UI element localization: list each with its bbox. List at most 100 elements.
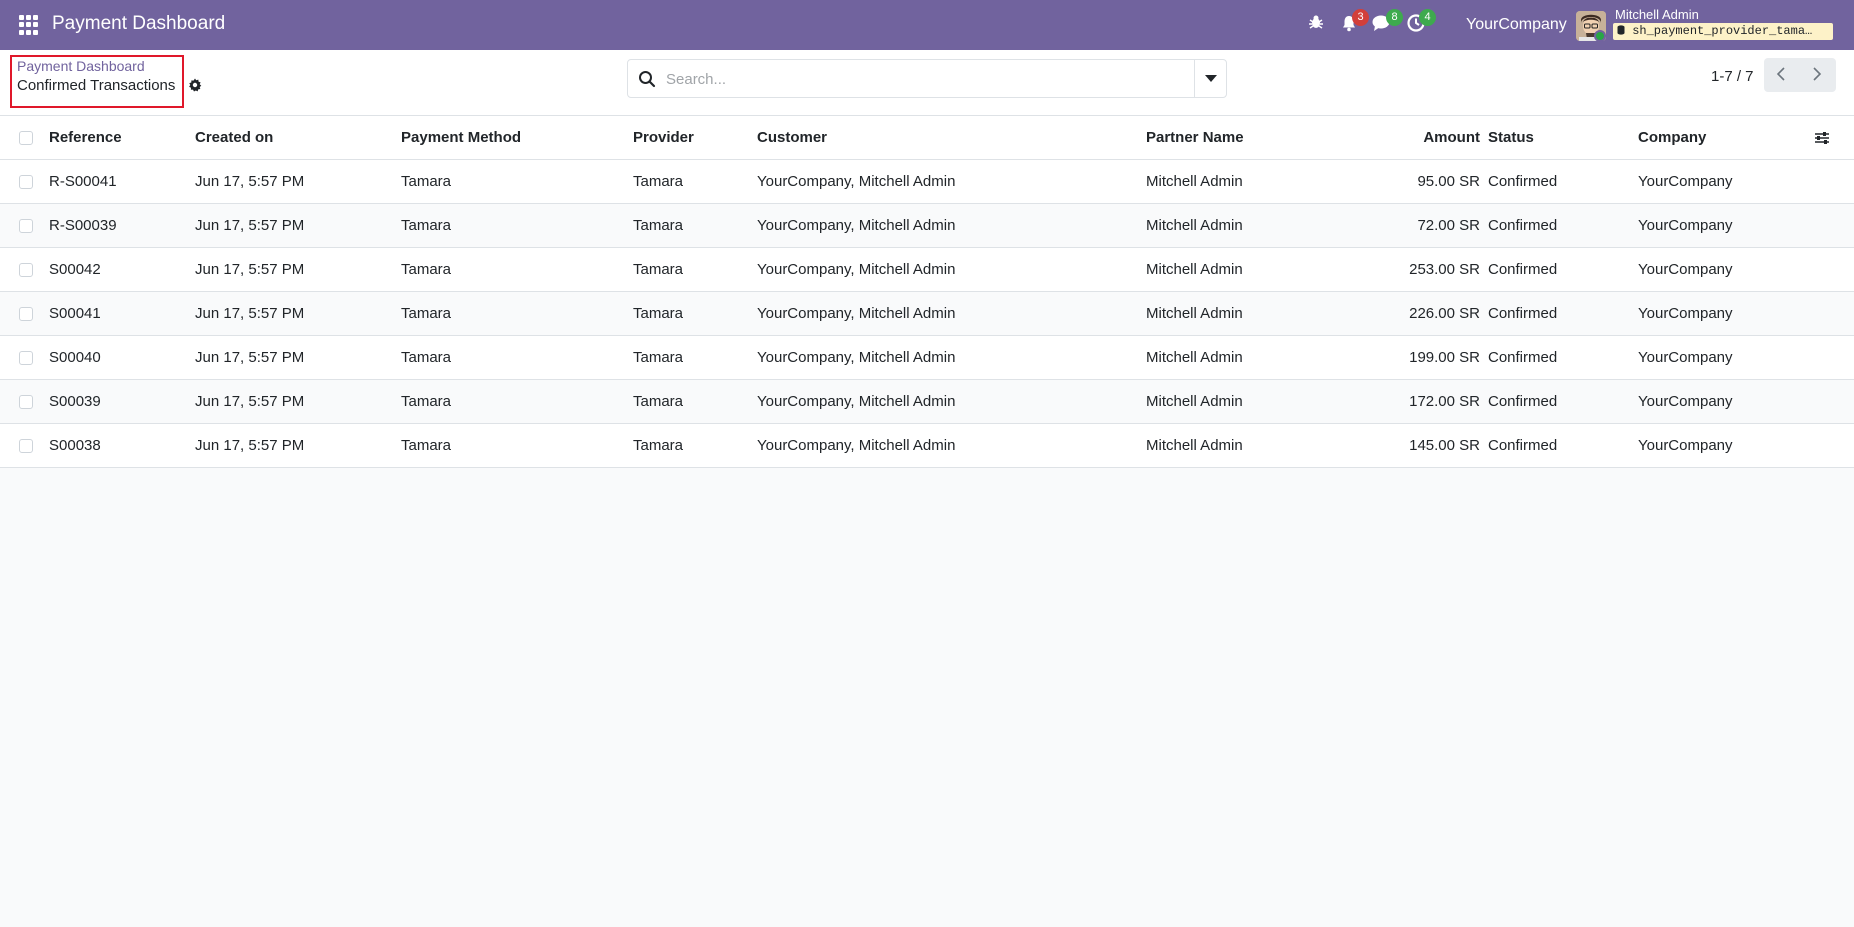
control-panel: Payment Dashboard Confirmed Transactions… — [0, 50, 1854, 116]
bug-icon[interactable] — [1308, 14, 1330, 36]
breadcrumb-current: Confirmed Transactions — [17, 77, 176, 94]
cell-customer: YourCompany, Mitchell Admin — [757, 423, 1146, 468]
app-title[interactable]: Payment Dashboard — [52, 13, 225, 35]
cell-amount: 72.00 SR — [1326, 203, 1488, 248]
cell-payment-method: Tamara — [401, 379, 633, 424]
table-row[interactable]: S00038 Jun 17, 5:57 PM Tamara Tamara YourCom… — [0, 423, 1854, 468]
cell-partner-name: Mitchell Admin — [1146, 203, 1326, 248]
pager-next-button[interactable] — [1800, 58, 1836, 92]
cell-reference: S00039 — [49, 379, 195, 424]
select-all-checkbox[interactable] — [19, 130, 33, 145]
gear-icon[interactable] — [188, 78, 202, 92]
column-header-provider[interactable]: Provider — [633, 116, 757, 160]
search-options-dropdown-toggle[interactable] — [1194, 60, 1226, 97]
cell-provider: Tamara — [633, 379, 757, 424]
cell-status: Confirmed — [1488, 291, 1638, 336]
cell-status: Confirmed — [1488, 159, 1638, 204]
row-select-cell — [0, 423, 49, 468]
table-row[interactable]: S00042 Jun 17, 5:57 PM Tamara Tamara YourCom… — [0, 247, 1854, 292]
cell-company: YourCompany — [1638, 335, 1814, 380]
cell-partner-name: Mitchell Admin — [1146, 379, 1326, 424]
cell-reference: R-S00041 — [49, 159, 195, 204]
cell-provider: Tamara — [633, 335, 757, 380]
cell-payment-method: Tamara — [401, 247, 633, 292]
cell-reference: S00042 — [49, 247, 195, 292]
row-spacer-cell — [1814, 335, 1854, 380]
column-header-company[interactable]: Company — [1638, 116, 1814, 160]
search-icon — [638, 70, 656, 88]
apps-menu-icon[interactable] — [19, 15, 39, 35]
chevron-right-icon — [1813, 67, 1822, 81]
row-select-cell — [0, 379, 49, 424]
cell-status: Confirmed — [1488, 423, 1638, 468]
cell-created-on: Jun 17, 5:57 PM — [195, 159, 401, 204]
row-checkbox[interactable] — [19, 306, 33, 321]
cell-amount: 253.00 SR — [1326, 247, 1488, 292]
cell-customer: YourCompany, Mitchell Admin — [757, 159, 1146, 204]
row-checkbox[interactable] — [19, 174, 33, 189]
activity-clock-icon[interactable]: 4 — [1407, 9, 1436, 36]
row-select-cell — [0, 203, 49, 248]
table-row[interactable]: S00040 Jun 17, 5:57 PM Tamara Tamara YourCom… — [0, 335, 1854, 380]
cell-created-on: Jun 17, 5:57 PM — [195, 247, 401, 292]
pager-value[interactable]: 1-7 / 7 — [1711, 68, 1754, 85]
optional-columns-sliders-icon[interactable] — [1814, 130, 1830, 146]
search-bar[interactable] — [627, 59, 1227, 98]
cell-company: YourCompany — [1638, 379, 1814, 424]
cell-partner-name: Mitchell Admin — [1146, 335, 1326, 380]
cell-partner-name: Mitchell Admin — [1146, 291, 1326, 336]
row-spacer-cell — [1814, 379, 1854, 424]
cell-customer: YourCompany, Mitchell Admin — [757, 335, 1146, 380]
row-checkbox[interactable] — [19, 350, 33, 365]
search-input[interactable] — [666, 68, 1186, 90]
online-status-dot — [1594, 30, 1606, 42]
cell-status: Confirmed — [1488, 203, 1638, 248]
cell-payment-method: Tamara — [401, 335, 633, 380]
table-header-row: Reference Created on Payment Method Prov… — [0, 116, 1854, 160]
row-select-cell — [0, 159, 49, 204]
row-checkbox[interactable] — [19, 394, 33, 409]
cell-company: YourCompany — [1638, 291, 1814, 336]
row-checkbox[interactable] — [19, 218, 33, 233]
row-select-cell — [0, 335, 49, 380]
database-name-badge: sh_payment_provider_tama… — [1613, 23, 1833, 40]
pager-previous-button[interactable] — [1764, 58, 1800, 92]
bell-icon[interactable]: 3 — [1340, 9, 1369, 36]
table-row[interactable]: S00039 Jun 17, 5:57 PM Tamara Tamara YourCom… — [0, 379, 1854, 424]
chat-icon[interactable]: 8 — [1372, 9, 1403, 36]
cell-partner-name: Mitchell Admin — [1146, 423, 1326, 468]
column-header-partner-name[interactable]: Partner Name — [1146, 116, 1326, 160]
column-header-created-on[interactable]: Created on — [195, 116, 401, 160]
activities-count-badge: 4 — [1419, 9, 1436, 26]
cell-customer: YourCompany, Mitchell Admin — [757, 291, 1146, 336]
table-row[interactable]: R-S00041 Jun 17, 5:57 PM Tamara Tamara YourC… — [0, 159, 1854, 204]
company-switcher[interactable]: YourCompany — [1466, 16, 1567, 34]
cell-reference: S00040 — [49, 335, 195, 380]
cell-amount: 145.00 SR — [1326, 423, 1488, 468]
column-header-customer[interactable]: Customer — [757, 116, 1146, 160]
user-name[interactable]: Mitchell Admin — [1615, 7, 1699, 22]
breadcrumb-parent[interactable]: Payment Dashboard — [17, 58, 145, 74]
row-spacer-cell — [1814, 159, 1854, 204]
row-spacer-cell — [1814, 423, 1854, 468]
row-checkbox[interactable] — [19, 262, 33, 277]
database-name: sh_payment_provider_tama… — [1632, 24, 1813, 38]
cell-reference: S00038 — [49, 423, 195, 468]
row-checkbox[interactable] — [19, 438, 33, 453]
column-header-status[interactable]: Status — [1488, 116, 1638, 160]
chevron-left-icon — [1776, 67, 1785, 81]
column-header-payment-method[interactable]: Payment Method — [401, 116, 633, 160]
cell-partner-name: Mitchell Admin — [1146, 247, 1326, 292]
column-header-amount[interactable]: Amount — [1326, 116, 1488, 160]
cell-partner-name: Mitchell Admin — [1146, 159, 1326, 204]
column-header-reference[interactable]: Reference — [49, 116, 195, 160]
table-row[interactable]: S00041 Jun 17, 5:57 PM Tamara Tamara YourCom… — [0, 291, 1854, 336]
table-row[interactable]: R-S00039 Jun 17, 5:57 PM Tamara Tamara YourC… — [0, 203, 1854, 248]
cell-provider: Tamara — [633, 291, 757, 336]
cell-payment-method: Tamara — [401, 203, 633, 248]
cell-amount: 199.00 SR — [1326, 335, 1488, 380]
row-select-cell — [0, 291, 49, 336]
navbar-systray: 3 8 4 YourCompany Mitchell Admin sh_paym… — [1290, 0, 1854, 50]
cell-customer: YourCompany, Mitchell Admin — [757, 379, 1146, 424]
cell-customer: YourCompany, Mitchell Admin — [757, 203, 1146, 248]
